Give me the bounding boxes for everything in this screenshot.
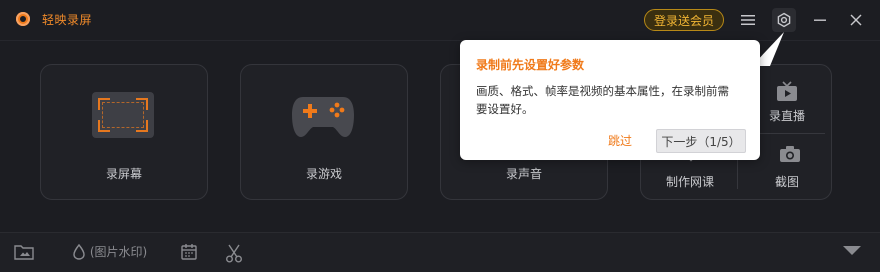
scissors-icon[interactable] [224, 243, 244, 266]
settings-icon[interactable] [772, 8, 796, 32]
screenshot-label: 截图 [774, 175, 799, 189]
camera-icon [780, 146, 800, 162]
record-game-card[interactable]: 录游戏 [240, 64, 408, 200]
record-screen-label: 录屏幕 [105, 167, 142, 181]
screen-capture-icon [92, 92, 154, 138]
watermark-label: (图片水印) [89, 245, 148, 259]
make-course-label: 制作网课 [665, 175, 714, 189]
onboarding-tooltip: 录制前先设置好参数 画质、格式、帧率是视频的基本属性，在录制前需要设置好。 跳过… [460, 40, 760, 160]
screenshot-button[interactable]: 截图 [749, 137, 825, 193]
next-step-button[interactable]: 下一步（1/5） [656, 129, 746, 153]
record-live-button[interactable]: 录直播 [749, 73, 825, 131]
minimize-icon[interactable] [809, 9, 831, 31]
skip-link[interactable]: 跳过 [608, 132, 632, 149]
record-game-label: 录游戏 [305, 167, 342, 181]
close-icon[interactable] [845, 9, 867, 31]
app-window: 轻映录屏 登录送会员 录屏幕 录游戏 录声音 录直播 制作网课 截图 (图片水印… [0, 0, 880, 272]
app-title: 轻映录屏 [42, 13, 93, 27]
chevron-down-icon[interactable] [842, 245, 862, 260]
water-drop-icon [73, 243, 85, 260]
tooltip-title: 录制前先设置好参数 [476, 58, 585, 72]
divider [749, 133, 825, 134]
record-live-label: 录直播 [768, 109, 805, 123]
bottom-toolbar: (图片水印) [0, 232, 880, 272]
folder-icon[interactable] [14, 243, 34, 264]
record-audio-label: 录声音 [505, 167, 542, 181]
tv-icon [777, 81, 797, 101]
image-watermark-button[interactable]: (图片水印) [72, 243, 147, 260]
gamepad-icon [292, 97, 354, 137]
calendar-icon[interactable] [180, 243, 198, 264]
hamburger-menu-icon[interactable] [737, 9, 759, 31]
login-gift-button[interactable]: 登录送会员 [644, 9, 724, 31]
record-screen-card[interactable]: 录屏幕 [40, 64, 208, 200]
tooltip-body: 画质、格式、帧率是视频的基本属性，在录制前需要设置好。 [476, 84, 729, 116]
record-logo-icon [16, 12, 30, 26]
